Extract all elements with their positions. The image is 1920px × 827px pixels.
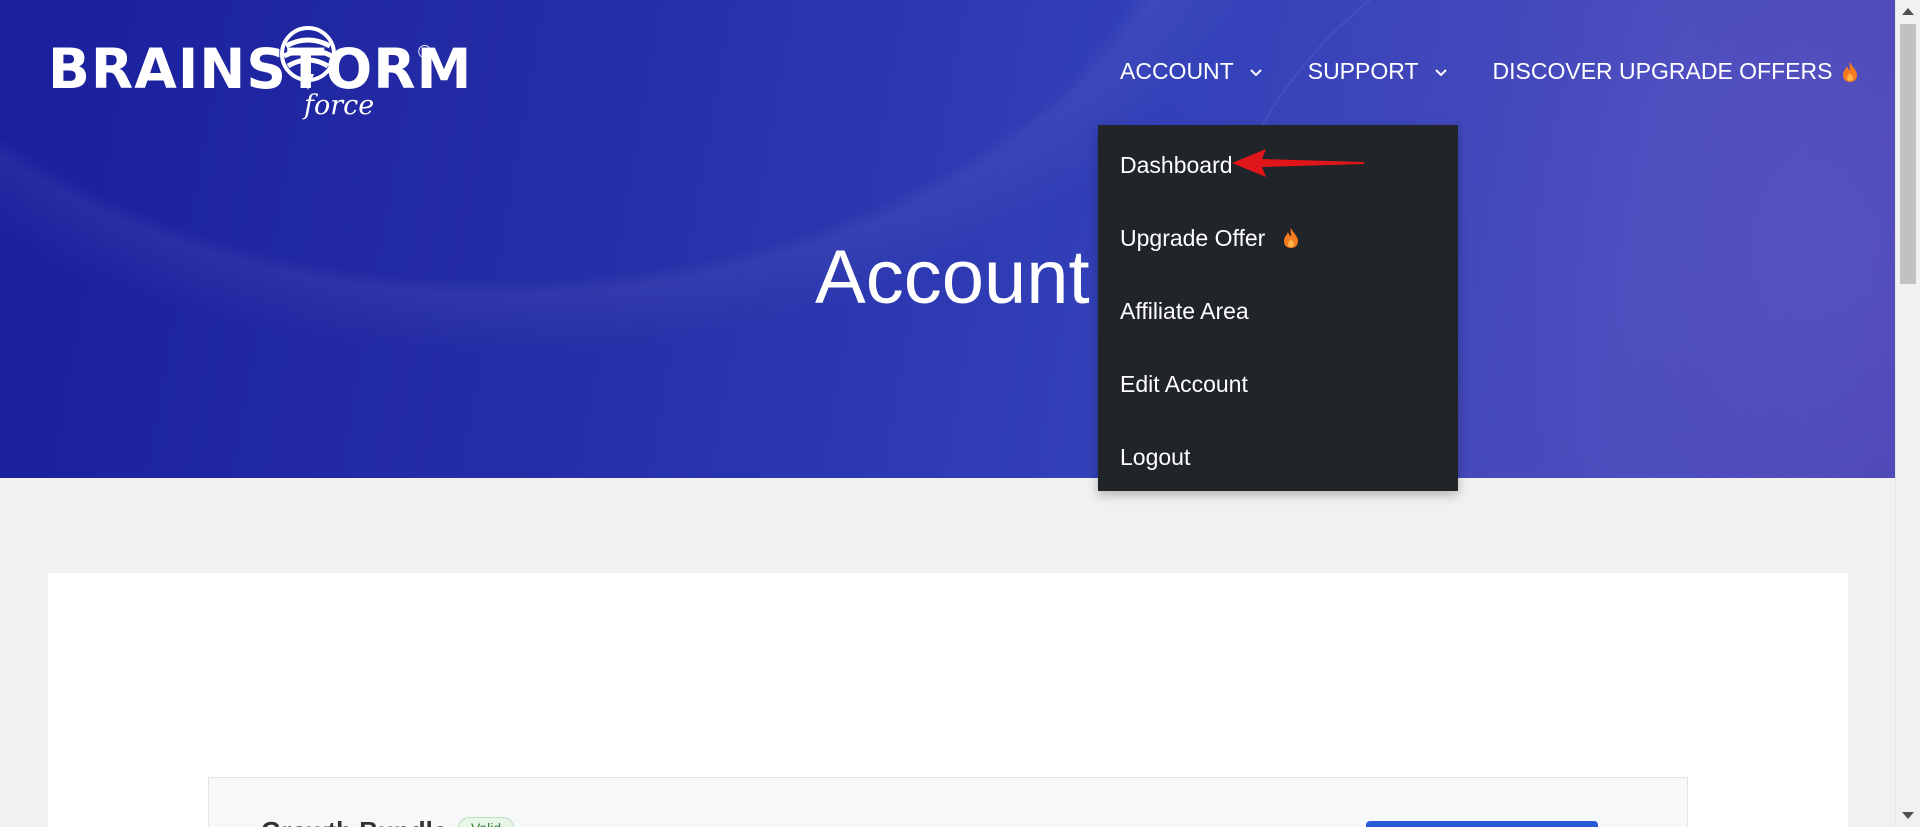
logo-wordmark: BRAINSTORM [48,37,473,101]
menu-item-label: Affiliate Area [1120,297,1249,324]
product-name: Growth Bundle [261,816,447,827]
flame-icon [1284,228,1299,248]
menu-item-logout[interactable]: Logout [1120,439,1190,475]
menu-item-label: Edit Account [1120,370,1248,397]
red-arrow-annotation [1232,149,1364,177]
hero-banner: BRAINSTORM ® force ACCOUNT SUPPORT DISCO… [0,0,1896,478]
menu-item-label: Logout [1120,443,1191,470]
main-nav: ACCOUNT SUPPORT DISCOVER UPGRADE OFFERS [1120,58,1858,85]
page: BRAINSTORM ® force ACCOUNT SUPPORT DISCO… [0,0,1920,827]
product-action-button[interactable] [1366,821,1598,827]
scroll-down-arrow-icon[interactable] [1902,812,1914,819]
flame-icon [1843,61,1858,82]
logo-subtext: force [304,90,375,121]
nav-discover-label: DISCOVER UPGRADE OFFERS [1492,58,1833,84]
brand-logo[interactable]: BRAINSTORM ® force [48,22,471,122]
scrollbar-thumb[interactable] [1900,24,1916,284]
nav-account[interactable]: ACCOUNT [1120,58,1264,85]
page-title: Account [815,235,1090,320]
menu-item-edit-account[interactable]: Edit Account [1120,366,1248,402]
product-row: Growth Bundle Valid [208,777,1688,827]
status-badge: Valid [458,817,515,827]
scroll-up-arrow-icon[interactable] [1902,8,1914,15]
nav-discover-upgrade-offers[interactable]: DISCOVER UPGRADE OFFERS [1493,58,1859,85]
menu-item-dashboard[interactable]: Dashboard [1120,147,1233,183]
chevron-down-icon [1250,68,1262,76]
menu-item-label: Upgrade Offer [1120,224,1266,251]
menu-item-affiliate-area[interactable]: Affiliate Area [1120,293,1249,329]
menu-item-upgrade-offer[interactable]: Upgrade Offer [1120,220,1299,256]
logo-globe-icon [280,26,336,90]
nav-support-label: SUPPORT [1307,58,1419,84]
nav-support[interactable]: SUPPORT [1308,58,1449,85]
account-dropdown-menu: Dashboard Upgrade Offer Affiliate Area E… [1098,125,1458,491]
registered-mark: ® [418,42,432,62]
nav-account-label: ACCOUNT [1120,58,1234,84]
menu-item-label: Dashboard [1120,151,1233,178]
chevron-down-icon [1434,68,1447,76]
scrollbar[interactable] [1895,0,1920,827]
